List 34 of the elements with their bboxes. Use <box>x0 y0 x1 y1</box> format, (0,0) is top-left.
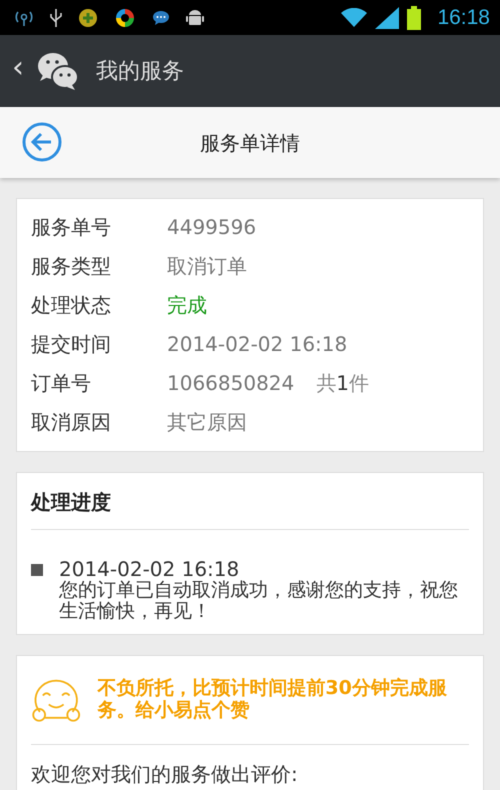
color-ring-icon <box>114 6 136 28</box>
field-label: 提交时间 <box>31 330 112 358</box>
app-title: 我的服务 <box>96 58 184 86</box>
usb-icon <box>50 8 62 28</box>
status-time: 16:18 <box>437 4 490 31</box>
back-button[interactable] <box>22 122 62 162</box>
page-title: 服务单详情 <box>200 130 300 156</box>
field-label: 处理状态 <box>31 292 112 318</box>
rating-prompt: 欢迎您对我们的服务做出评价: <box>30 760 299 788</box>
chat-bubbles-icon <box>36 51 80 91</box>
field-value: 取消订单 <box>167 252 247 280</box>
status-value: 完成 <box>167 292 207 318</box>
field-value: 2014-02-02 16:18 <box>167 330 348 358</box>
back-button[interactable]: ‹ <box>12 53 28 89</box>
field-value: 4499596 <box>167 214 256 240</box>
field-label: 订单号 <box>31 370 92 396</box>
plus-circle-icon <box>78 8 98 28</box>
hotspot-icon <box>14 8 34 26</box>
progress-text: 您的订单已自动取消成功，感谢您的支持，祝您生活愉快，再见！ <box>59 580 459 622</box>
field-value: 其它原因 <box>167 408 247 436</box>
battery-icon <box>407 6 422 30</box>
wifi-icon <box>341 8 368 28</box>
field-label: 服务单号 <box>31 214 112 240</box>
field-label: 取消原因 <box>31 408 112 436</box>
field-label: 服务类型 <box>31 252 112 280</box>
chat-icon <box>152 10 170 26</box>
field-value: 1066850824 <box>167 370 294 396</box>
section-title: 处理进度 <box>30 489 112 516</box>
android-icon <box>186 8 204 28</box>
bullet-icon <box>31 564 43 576</box>
rating-message: 不负所托，比预计时间提前30分钟完成服务。给小易点个赞 <box>97 678 448 722</box>
signal-icon <box>375 6 400 28</box>
item-count: 共1件 <box>316 370 369 396</box>
progress-time: 2014-02-02 16:18 <box>59 558 240 580</box>
